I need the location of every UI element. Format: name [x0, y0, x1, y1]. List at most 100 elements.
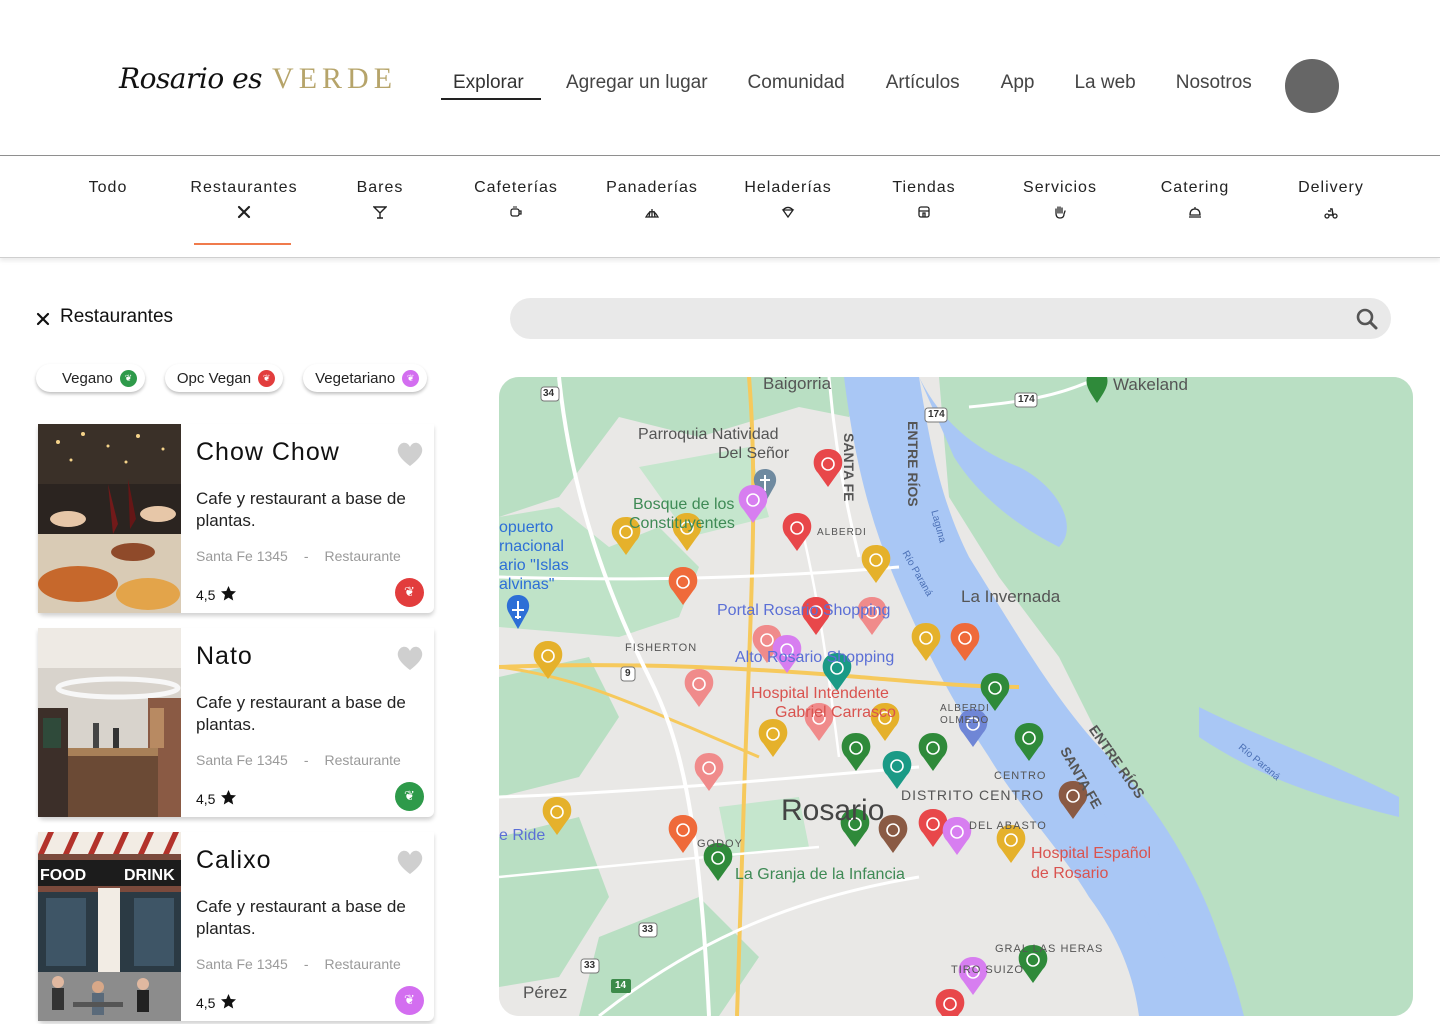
nav-comunidad[interactable]: Comunidad	[748, 72, 845, 98]
map-label: Del Señor	[718, 445, 790, 462]
favorite-heart-icon[interactable]	[394, 642, 426, 674]
map-label: alvinas"	[499, 576, 555, 593]
restaurant-rating: 4,5	[196, 993, 237, 1013]
map-label: rnacional	[499, 538, 564, 555]
restaurant-rating: 4,5	[196, 585, 237, 605]
map-label: opuerto	[499, 519, 554, 536]
route-shield-label: 33	[642, 924, 654, 935]
route-shield-label: 14	[615, 980, 627, 991]
category-label: Heladerías	[744, 179, 832, 196]
restaurant-card[interactable]: Chow Chow Cafe y restaurant a base de pl…	[38, 424, 434, 613]
scooter-icon	[1263, 205, 1399, 221]
drink-sign: DRINK	[124, 867, 175, 884]
map-label: TIRO SUIZO	[951, 964, 1024, 976]
rating-value: 4,5	[196, 791, 216, 807]
category-tiendas[interactable]: Tiendas	[856, 179, 992, 221]
restaurant-card[interactable]: FOOD DRINK Calixo Cafe y restaurant a ba…	[38, 832, 434, 1021]
favorite-heart-icon[interactable]	[394, 438, 426, 470]
map-label: Wakeland	[1113, 377, 1188, 394]
map-label: ario "Islas	[499, 557, 569, 574]
active-category-underline	[194, 243, 291, 245]
route-shield-label: 34	[543, 388, 555, 399]
restaurant-name[interactable]: Chow Chow	[196, 438, 340, 467]
filter-opc-vegan[interactable]: Opc Vegan ❦	[164, 364, 284, 392]
star-icon	[220, 993, 237, 1013]
store-icon	[856, 205, 992, 221]
category-panaderias[interactable]: Panaderías	[584, 179, 720, 221]
search-bar	[510, 298, 1391, 339]
map-label: Parroquia Natividad	[638, 426, 779, 443]
category-heladerias[interactable]: Heladerías	[720, 179, 856, 221]
search-input[interactable]	[530, 298, 1330, 339]
map-label: Hospital Español	[1031, 845, 1152, 862]
star-icon	[220, 789, 237, 809]
restaurant-name[interactable]: Calixo	[196, 846, 271, 875]
nav-explorar[interactable]: Explorar	[441, 72, 541, 100]
map-pin[interactable]	[935, 989, 965, 1016]
restaurant-address: Santa Fe 1345	[196, 956, 288, 972]
map-label: ALBERDI	[940, 703, 990, 714]
category-cafeterias[interactable]: Cafeterías	[448, 179, 584, 221]
map-label: e Ride	[499, 827, 546, 844]
meta-separator: -	[303, 548, 309, 564]
category-bares[interactable]: Bares	[312, 179, 448, 221]
map-label: Bosque de los	[633, 496, 735, 513]
main-nav: Explorar Agregar un lugar Comunidad Artí…	[441, 72, 1252, 100]
map-label: ALBERDI	[817, 527, 867, 538]
restaurant-type: Restaurante	[324, 752, 401, 768]
favorite-heart-icon[interactable]	[394, 846, 426, 878]
coffee-cup-icon	[448, 205, 584, 221]
brand-verde: VERDE	[272, 62, 398, 95]
map-label: ENTRE RÍOS	[905, 421, 921, 507]
restaurant-type: Restaurante	[324, 956, 401, 972]
diet-badge-icon: ❦	[395, 986, 424, 1015]
hand-icon	[992, 205, 1128, 221]
list-title: Restaurantes	[60, 306, 174, 327]
map-label: DEL ABASTO	[969, 820, 1047, 832]
cloche-icon	[1127, 205, 1263, 221]
route-shield-label: 33	[584, 960, 596, 971]
list-header: Restaurantes	[36, 306, 173, 328]
user-avatar[interactable]	[1285, 59, 1339, 113]
nav-agregar-lugar[interactable]: Agregar un lugar	[566, 72, 708, 98]
map-label: SANTA FE	[841, 433, 857, 502]
restaurant-card[interactable]: Nato Cafe y restaurant a base de plantas…	[38, 628, 434, 817]
brand-script: Rosario es	[119, 62, 263, 95]
rating-value: 4,5	[196, 587, 216, 603]
category-label: Tiendas	[892, 179, 956, 196]
restaurant-address: Santa Fe 1345	[196, 752, 288, 768]
chip-label: Vegano	[62, 369, 113, 387]
chip-label: Vegetariano	[315, 369, 396, 387]
search-icon[interactable]	[1355, 307, 1379, 331]
map-label: Alto Rosario Shopping	[735, 649, 895, 666]
croissant-icon	[584, 205, 720, 221]
nav-app[interactable]: App	[1001, 72, 1035, 98]
filter-vegetariano[interactable]: Vegetariano ❦	[303, 364, 428, 392]
category-servicios[interactable]: Servicios	[992, 179, 1128, 221]
map-view[interactable]: Baigorria Wakeland Parroquia Natividad D…	[499, 377, 1413, 1016]
category-delivery[interactable]: Delivery	[1263, 179, 1399, 221]
category-label: Restaurantes	[190, 179, 298, 196]
restaurant-name[interactable]: Nato	[196, 642, 253, 671]
filter-vegano[interactable]: Vegano ❦	[36, 364, 145, 392]
nav-articulos[interactable]: Artículos	[886, 72, 960, 98]
route-shield-label: 174	[1018, 394, 1035, 405]
restaurant-meta: Santa Fe 1345 - Restaurante	[196, 548, 426, 564]
brand-logo[interactable]: Rosario es VERDE	[119, 62, 397, 96]
map-label: DISTRITO CENTRO	[901, 787, 1045, 803]
nav-nosotros[interactable]: Nosotros	[1176, 72, 1252, 98]
category-catering[interactable]: Catering	[1127, 179, 1263, 221]
fork-knife-icon	[176, 205, 312, 221]
nav-la-web[interactable]: La web	[1074, 72, 1135, 98]
cocktail-icon	[312, 205, 448, 221]
route-shield-label: 9	[625, 668, 631, 679]
category-restaurantes[interactable]: Restaurantes	[176, 179, 312, 221]
diet-badge-icon: ❦	[395, 782, 424, 811]
meta-separator: -	[303, 752, 309, 768]
restaurant-photo: FOOD DRINK	[38, 832, 181, 1021]
map-label: La Granja de la Infancia	[735, 866, 905, 883]
category-todo[interactable]: Todo	[40, 179, 176, 197]
map-label: Pérez	[523, 983, 568, 1002]
leaf-icon: ❦	[402, 369, 420, 387]
restaurant-meta: Santa Fe 1345 - Restaurante	[196, 752, 426, 768]
